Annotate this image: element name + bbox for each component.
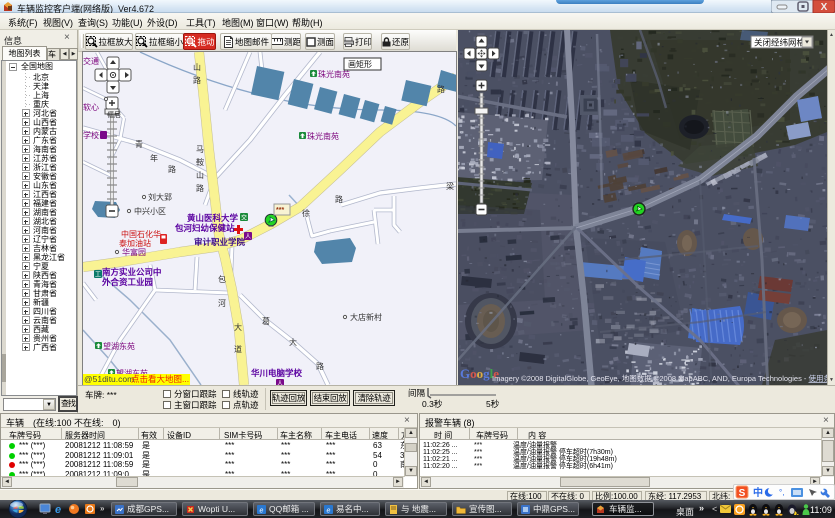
svg-text:马: 马 <box>196 145 204 154</box>
svg-text:大店新村: 大店新村 <box>350 312 382 322</box>
svg-text:徐: 徐 <box>302 208 310 218</box>
svg-text:路: 路 <box>168 164 176 174</box>
svg-text:A: A <box>796 511 800 516</box>
svg-text:华富园: 华富园 <box>122 247 146 257</box>
svg-text:路: 路 <box>316 361 324 371</box>
svg-text:黄山医科大学: 黄山医科大学 <box>187 213 239 223</box>
svg-text:路: 路 <box>193 75 201 85</box>
svg-text:道: 道 <box>234 344 242 354</box>
svg-text:包: 包 <box>218 274 226 284</box>
svg-text:泰加油站: 泰加油站 <box>119 238 151 248</box>
svg-text:学校: 学校 <box>83 130 99 140</box>
svg-text:交通: 交通 <box>83 56 99 66</box>
svg-text:e: e <box>55 504 61 516</box>
svg-text:珠光南苑: 珠光南苑 <box>307 131 339 141</box>
svg-text:审计职业学院: 审计职业学院 <box>194 237 246 247</box>
svg-text:中国石化华: 中国石化华 <box>121 229 161 239</box>
svg-text:Imagery ©2008 DigitalGlobe, Ge: Imagery ©2008 DigitalGlobe, GeoEye, 地图数据… <box>492 373 827 383</box>
svg-text:青: 青 <box>135 139 143 149</box>
svg-text:刘大郢: 刘大郢 <box>148 192 172 202</box>
svg-text:人: 人 <box>245 234 251 241</box>
svg-text:路: 路 <box>196 183 204 193</box>
svg-text:中兴小区: 中兴小区 <box>134 206 166 216</box>
svg-text:软心: 软心 <box>83 102 99 112</box>
svg-text:关闭经纬网格: 关闭经纬网格 <box>754 38 806 48</box>
svg-text:路: 路 <box>437 84 445 94</box>
svg-text:外合资工业园: 外合资工业园 <box>101 277 153 287</box>
svg-text:河: 河 <box>218 298 226 308</box>
svg-text:点击看大地图...: 点击看大地图... <box>131 374 189 384</box>
svg-text:e: e <box>327 507 331 514</box>
svg-text:望湖东苑: 望湖东苑 <box>103 341 135 351</box>
svg-text:㑌居: 㑌居 <box>107 110 121 119</box>
svg-text:S: S <box>739 488 746 499</box>
svg-text:交: 交 <box>241 214 247 222</box>
svg-text:@51ditu.com: @51ditu.com <box>84 374 134 384</box>
svg-text:鞍: 鞍 <box>196 157 204 167</box>
svg-text:大: 大 <box>234 322 242 332</box>
svg-text:南方实业公司中: 南方实业公司中 <box>102 267 162 277</box>
svg-text:画矩形: 画矩形 <box>348 59 372 69</box>
svg-text:路: 路 <box>335 194 343 204</box>
svg-text:工: 工 <box>95 272 101 279</box>
svg-text:X: X <box>821 2 828 13</box>
svg-text:»: » <box>100 504 105 513</box>
svg-text:***: *** <box>276 207 284 214</box>
svg-text:°,: °, <box>779 488 784 497</box>
svg-text:葛: 葛 <box>262 316 270 326</box>
svg-text:e: e <box>260 507 264 514</box>
svg-text:山: 山 <box>193 62 201 72</box>
svg-text:包河妇幼保健站: 包河妇幼保健站 <box>175 223 235 233</box>
svg-text:中: 中 <box>753 486 763 499</box>
svg-text:大: 大 <box>289 337 297 347</box>
svg-text:梁: 梁 <box>446 182 454 191</box>
svg-text:华川电脑学校: 华川电脑学校 <box>251 368 303 378</box>
svg-text:年: 年 <box>150 153 158 163</box>
svg-text:山: 山 <box>196 170 204 180</box>
